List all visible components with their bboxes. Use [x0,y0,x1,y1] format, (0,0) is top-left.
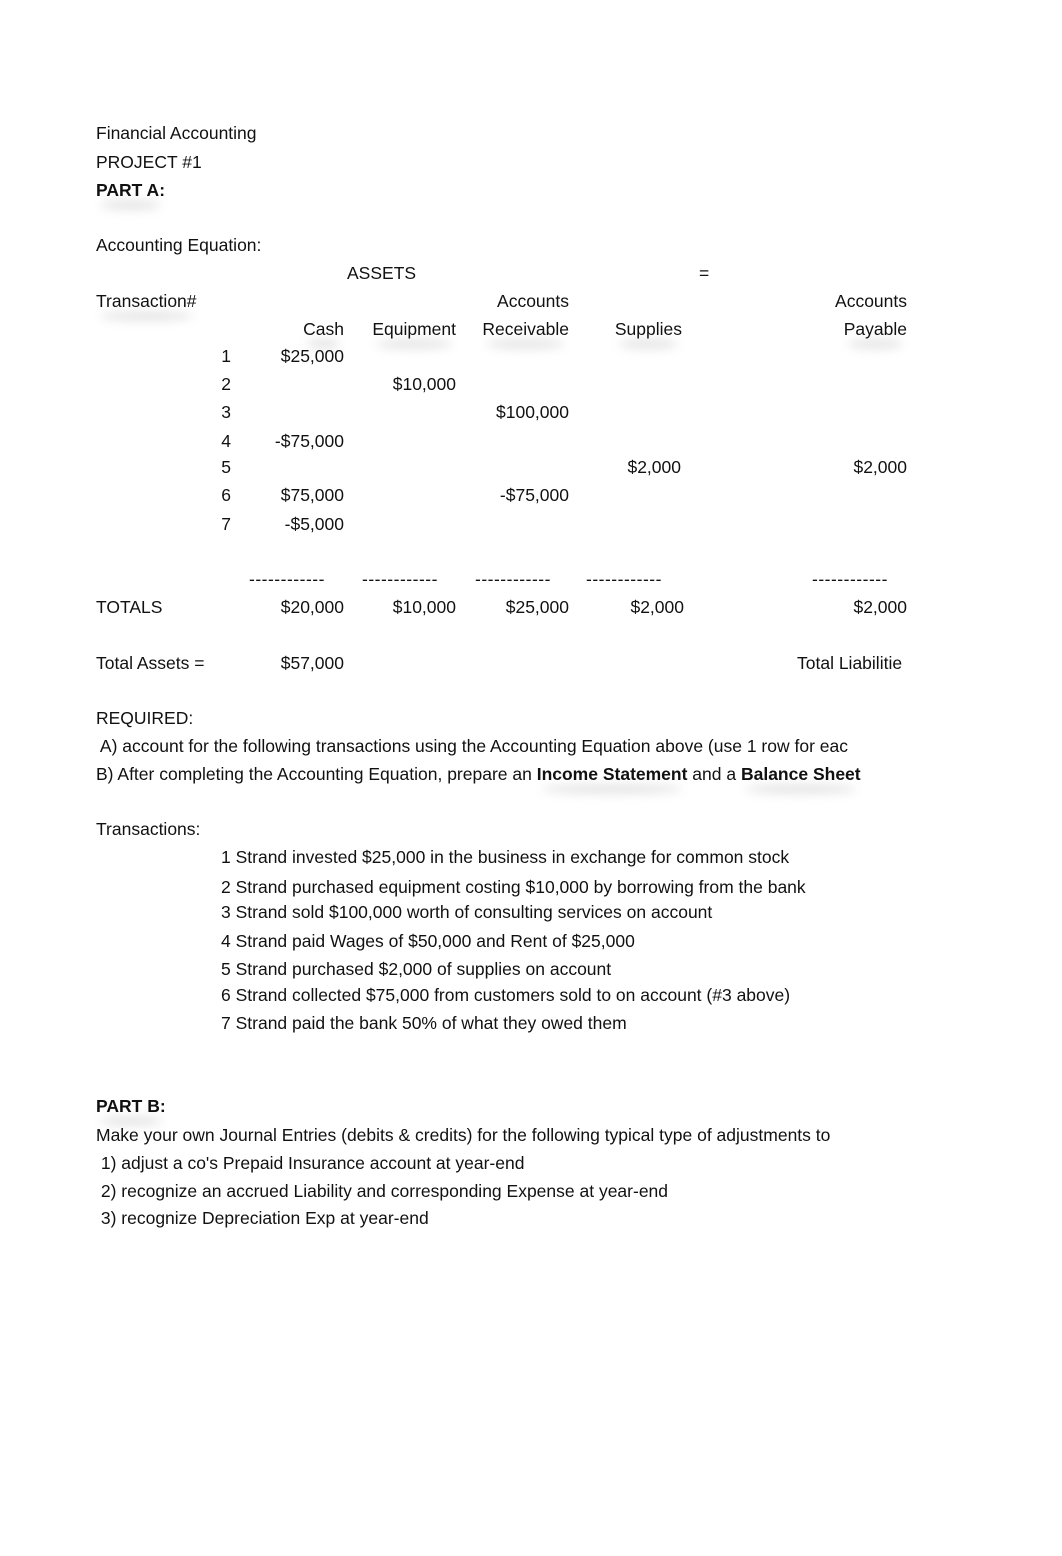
transaction-number: 5 [221,457,231,477]
balance-sheet-label: Balance Sheet [740,764,861,784]
cell-cash: $75,000 [280,485,344,505]
part-b-intro: Make your own Journal Entries (debits & … [96,1125,831,1145]
required-b-text: B) After completing the Accounting Equat… [96,764,537,784]
transaction-item: 6 Strand collected $75,000 from customer… [221,985,791,1005]
project-title: PROJECT #1 [96,152,202,172]
separator-cash: ------------ [249,569,325,589]
adjustment-item: 1) adjust a co's Prepaid Insurance accou… [96,1153,525,1173]
transaction-number: 6 [221,485,231,505]
col-equipment-header: Equipment [350,318,456,340]
totals-label: TOTALS [96,597,163,617]
total-receivable: $25,000 [505,597,569,617]
cell-equipment: $10,000 [392,374,456,394]
adjustment-item: 2) recognize an accrued Liability and co… [96,1181,669,1201]
separator-equipment: ------------ [362,569,438,589]
total-supplies: $2,000 [630,597,684,617]
required-b: B) After completing the Accounting Equat… [96,763,861,785]
income-statement-label: Income Statement [536,764,688,784]
transaction-item: 1 Strand invested $25,000 in the busines… [221,847,790,867]
assets-label: ASSETS [347,263,417,283]
transaction-item: 2 Strand purchased equipment costing $10… [221,877,806,897]
transaction-label: Transaction# [96,291,197,311]
transaction-number: 1 [221,346,231,366]
col-payable-label: Payable [843,319,907,339]
transaction-item: 7 Strand paid the bank 50% of what they … [221,1013,627,1033]
separator-supplies: ------------ [586,569,662,589]
col-receivable-line1: Accounts [497,291,569,311]
part-a-label: PART A: [96,180,166,200]
equation-title: Accounting Equation: [96,235,262,255]
cell-supplies: $2,000 [627,457,681,477]
cell-receivable: $100,000 [496,402,569,422]
transaction-item: 4 Strand paid Wages of $50,000 and Rent … [221,931,635,951]
transaction-number: 3 [221,402,231,422]
transactions-title: Transactions: [96,819,201,839]
part-b-label: PART B: [96,1096,166,1116]
equals-sign: = [699,263,710,283]
col-receivable-header: Receivable [460,318,569,340]
transaction-number: 4 [221,431,231,451]
course-title: Financial Accounting [96,123,257,143]
cell-payable: $2,000 [853,457,907,477]
col-equipment-label: Equipment [372,319,456,339]
col-receivable-label: Receivable [482,319,569,339]
part-a-heading: PART A: [96,179,165,201]
total-equipment: $10,000 [392,597,456,617]
col-supplies-header: Supplies [580,318,682,340]
separator-payable: ------------ [812,569,888,589]
transaction-item: 3 Strand sold $100,000 worth of consulti… [221,902,713,922]
total-assets-label: Total Assets = [96,653,205,673]
total-assets-value: $57,000 [280,653,344,673]
col-cash-header: Cash [250,318,344,340]
transaction-number: 2 [221,374,231,394]
transaction-item: 5 Strand purchased $2,000 of supplies on… [221,959,612,979]
cell-cash: -$5,000 [284,514,344,534]
adjustment-item: 3) recognize Depreciation Exp at year-en… [96,1208,429,1228]
cell-receivable: -$75,000 [499,485,569,505]
col-payable-line1: Accounts [835,291,907,311]
cell-cash: -$75,000 [274,431,344,451]
transaction-header: Transaction# [96,290,197,312]
col-payable-header: Payable [800,318,907,340]
required-title: REQUIRED: [96,708,194,728]
cell-cash: $25,000 [280,346,344,366]
col-supplies-label: Supplies [614,319,682,339]
part-b-heading: PART B: [96,1095,166,1117]
total-cash: $20,000 [280,597,344,617]
required-b-mid: and a [687,764,741,784]
required-a: A) account for the following transaction… [96,736,848,756]
total-liabilities-label: Total Liabilitie [797,653,903,673]
total-payable: $2,000 [853,597,907,617]
separator-receivable: ------------ [475,569,551,589]
transaction-number: 7 [221,514,231,534]
col-cash-label: Cash [303,319,344,339]
